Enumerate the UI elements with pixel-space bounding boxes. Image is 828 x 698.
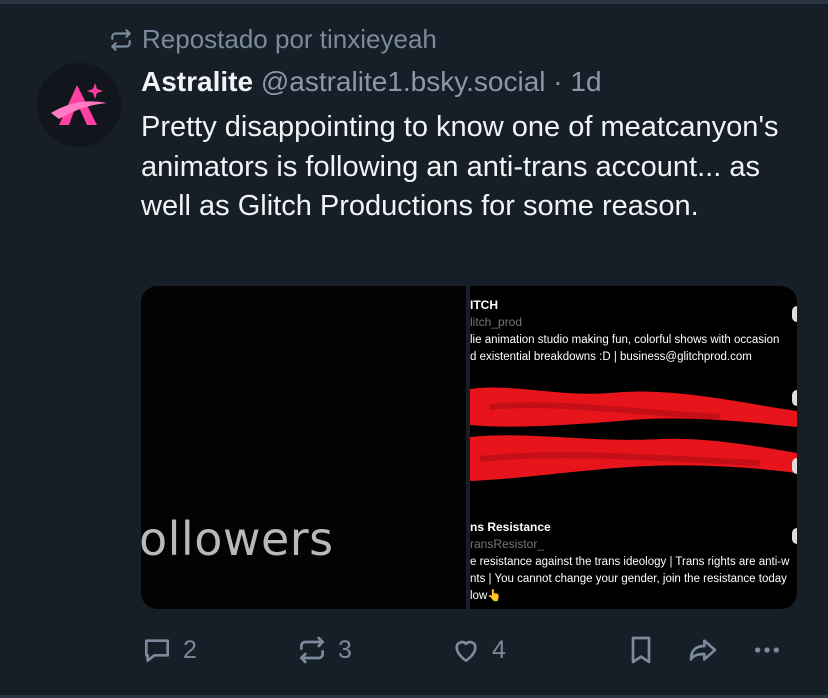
repost-icon	[300, 636, 324, 664]
media-image-right[interactable]: ITCH litch_prod lie animation studio mak…	[470, 286, 797, 609]
account-bio-line: e resistance against the trans ideology …	[470, 556, 790, 568]
heart-icon	[455, 640, 477, 662]
repost-text: Repostado por tinxieyeah	[142, 24, 437, 54]
follow-button-edge	[792, 306, 797, 322]
account-bio-line: low👆	[470, 590, 502, 602]
author-handle[interactable]: @astralite1.bsky.social	[261, 66, 546, 97]
ellipsis-icon	[755, 647, 779, 653]
post-header: Astralite @astralite1.bsky.social · 1d	[141, 64, 602, 100]
like-count: 4	[492, 635, 506, 664]
separator: ·	[553, 66, 563, 97]
repost-indicator[interactable]: Repostado por tinxieyeah	[108, 24, 437, 55]
reply-icon	[145, 639, 169, 662]
account-name: ns Resistance	[470, 520, 551, 534]
reply-count: 2	[183, 635, 197, 664]
more-options-button[interactable]	[751, 634, 783, 666]
top-divider	[0, 0, 828, 4]
reply-button[interactable]: 2	[141, 634, 197, 666]
repost-button[interactable]: 3	[296, 634, 352, 666]
account-name: ITCH	[470, 298, 498, 312]
account-bio-line: lie animation studio making fun, colorfu…	[470, 334, 780, 346]
account-handle: ransResistor_	[470, 537, 545, 551]
follow-button-edge	[792, 528, 797, 544]
avatar[interactable]	[37, 63, 121, 147]
media-image-left[interactable]: ollowers	[141, 286, 466, 609]
repost-count: 3	[338, 635, 352, 664]
bookmark-icon	[631, 636, 651, 664]
follow-button-edge	[792, 390, 797, 406]
follow-button-edge	[792, 458, 797, 474]
share-icon	[689, 639, 717, 661]
post-text: Pretty disappointing to know one of meat…	[141, 111, 779, 222]
share-button[interactable]	[687, 634, 719, 666]
astralite-logo-icon	[51, 83, 107, 125]
account-bio-line: nts | You cannot change your gender, joi…	[470, 573, 787, 585]
bookmark-button[interactable]	[625, 634, 657, 666]
repost-icon	[111, 28, 131, 51]
account-handle: litch_prod	[470, 315, 523, 329]
author-name[interactable]: Astralite	[141, 66, 253, 97]
media-gallery: ollowers ITCH litch_prod lie animation s…	[141, 286, 797, 609]
account-bio-line: d existential breakdowns :D | business@g…	[470, 351, 752, 363]
red-scribble	[470, 387, 797, 481]
like-button[interactable]: 4	[450, 634, 506, 666]
post-time[interactable]: 1d	[570, 66, 601, 97]
post-actions: 2 3 4	[141, 630, 801, 670]
image-text: ollowers	[141, 512, 334, 566]
